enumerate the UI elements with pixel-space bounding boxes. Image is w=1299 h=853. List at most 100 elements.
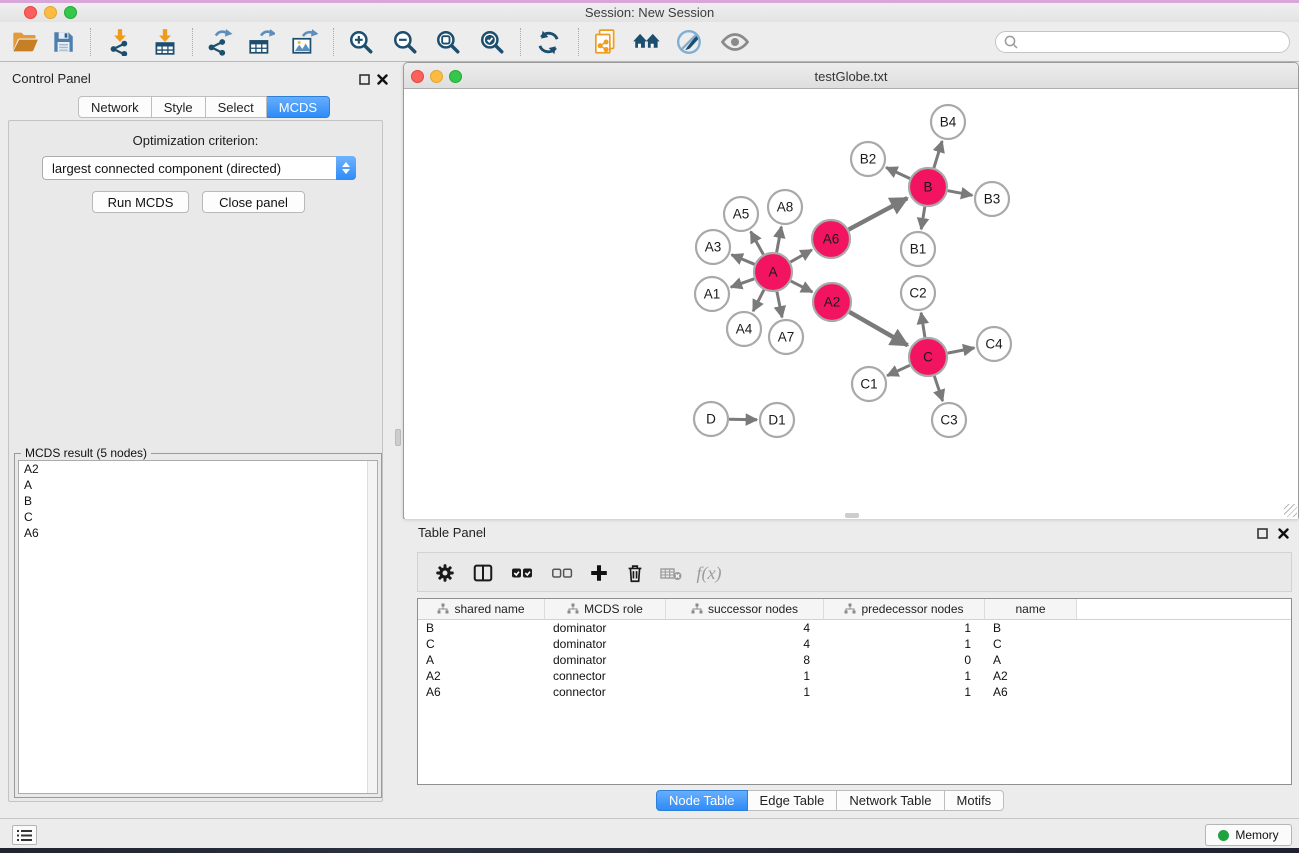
tab-node-table[interactable]: Node Table (656, 790, 748, 811)
graph-edge-C-C4[interactable] (948, 348, 975, 353)
panel-splitter-handle[interactable] (395, 429, 401, 446)
task-history-button[interactable] (12, 825, 37, 845)
select-all-columns-button[interactable] (507, 559, 537, 587)
graph-edge-B-B3[interactable] (948, 191, 973, 196)
graph-edge-A2-C[interactable] (849, 312, 907, 345)
result-list-item[interactable]: B (19, 493, 377, 509)
graph-edge-A6-B[interactable] (849, 198, 908, 229)
zoom-fit-button[interactable] (431, 27, 465, 57)
export-table-button[interactable] (244, 27, 278, 57)
column-header[interactable]: shared name (418, 599, 545, 619)
graph-edge-A-A3[interactable] (731, 255, 754, 265)
graph-edge-B-B1[interactable] (921, 207, 925, 230)
graph-edge-A-A5[interactable] (751, 232, 764, 255)
tab-mcds[interactable]: MCDS (267, 96, 330, 118)
graph-node-A7[interactable]: A7 (769, 320, 803, 354)
graph-edge-A-A8[interactable] (777, 227, 782, 253)
delete-table-button[interactable] (656, 559, 686, 587)
dropdown-stepper[interactable] (336, 156, 356, 180)
table-row[interactable]: A2connector11A2 (418, 668, 1291, 684)
graph-node-D[interactable]: D (694, 402, 728, 436)
graph-node-C[interactable]: C (909, 338, 947, 376)
tab-motifs[interactable]: Motifs (945, 790, 1005, 811)
graph-edge-B-B4[interactable] (934, 141, 942, 168)
tab-select[interactable]: Select (206, 96, 267, 118)
result-list-item[interactable]: C (19, 509, 377, 525)
result-list-item[interactable]: A6 (19, 525, 377, 541)
graph-node-A4[interactable]: A4 (727, 312, 761, 346)
graph-node-C3[interactable]: C3 (932, 403, 966, 437)
graph-node-C2[interactable]: C2 (901, 276, 935, 310)
unselect-all-columns-button[interactable] (547, 559, 577, 587)
result-list-item[interactable]: A2 (19, 461, 377, 477)
graph-node-A2[interactable]: A2 (813, 283, 851, 321)
graph-edge-C-C3[interactable] (934, 376, 942, 401)
create-column-button[interactable] (584, 559, 614, 587)
graph-node-A3[interactable]: A3 (696, 230, 730, 264)
graph-node-A6[interactable]: A6 (812, 220, 850, 258)
column-header[interactable]: successor nodes (666, 599, 824, 619)
control-panel-float-button[interactable] (358, 73, 371, 86)
zoom-out-button[interactable] (388, 27, 422, 57)
table-panel-close-button[interactable] (1277, 527, 1290, 540)
window-resize-grip[interactable] (1284, 504, 1297, 517)
graph-node-B4[interactable]: B4 (931, 105, 965, 139)
graph-node-C1[interactable]: C1 (852, 367, 886, 401)
graph-edge-A-A6[interactable] (790, 250, 811, 262)
graph-node-A5[interactable]: A5 (724, 197, 758, 231)
tab-network-table[interactable]: Network Table (837, 790, 944, 811)
graph-edge-C-C2[interactable] (921, 313, 925, 337)
first-neighbors-button[interactable] (630, 27, 664, 57)
network-window-titlebar[interactable]: testGlobe.txt (404, 63, 1298, 89)
graph-edge-A-A4[interactable] (753, 290, 764, 311)
graph-node-A[interactable]: A (754, 253, 792, 291)
open-file-button[interactable] (8, 27, 42, 57)
column-header[interactable]: MCDS role (545, 599, 666, 619)
graph-edge-B-B2[interactable] (886, 167, 910, 178)
graph-node-B[interactable]: B (909, 168, 947, 206)
save-session-button[interactable] (46, 27, 80, 57)
result-list-item[interactable]: A (19, 477, 377, 493)
network-hscroll-thumb[interactable] (845, 513, 859, 518)
tab-edge-table[interactable]: Edge Table (748, 790, 838, 811)
import-table-button[interactable] (148, 27, 182, 57)
hide-graphics-details-button[interactable] (673, 27, 707, 57)
memory-button[interactable]: Memory (1205, 824, 1292, 846)
table-row[interactable]: A6connector11A6 (418, 684, 1291, 700)
network-graph[interactable]: A A1 A2 A3 A4 A5 A6 A7 A8 B B1 B2 B3 B4 C C1 C2 C3 C4 D D1 (405, 90, 1298, 519)
table-options-button[interactable] (430, 559, 460, 587)
delete-column-button[interactable] (620, 559, 650, 587)
graph-edge-A-A2[interactable] (791, 281, 813, 292)
graph-node-C4[interactable]: C4 (977, 327, 1011, 361)
graph-edge-A-A1[interactable] (731, 279, 754, 287)
graph-edge-A-A7[interactable] (777, 292, 782, 318)
table-panel-float-button[interactable] (1256, 527, 1269, 540)
close-panel-button[interactable]: Close panel (202, 191, 305, 213)
optimization-criterion-dropdown[interactable]: largest connected component (directed) (42, 156, 356, 180)
zoom-selected-button[interactable] (475, 27, 509, 57)
export-image-button[interactable] (287, 27, 321, 57)
zoom-in-button[interactable] (344, 27, 378, 57)
graph-node-B2[interactable]: B2 (851, 142, 885, 176)
graph-node-A8[interactable]: A8 (768, 190, 802, 224)
function-builder-button[interactable]: f(x) (694, 559, 724, 587)
show-graphics-details-button[interactable] (718, 27, 752, 57)
import-network-button[interactable] (103, 27, 137, 57)
export-network-button[interactable] (202, 27, 236, 57)
network-canvas[interactable]: A A1 A2 A3 A4 A5 A6 A7 A8 B B1 B2 B3 B4 C C1 C2 C3 C4 D D1 (405, 90, 1298, 519)
table-row[interactable]: Cdominator41C (418, 636, 1291, 652)
refresh-layout-button[interactable] (531, 27, 565, 57)
graph-node-B1[interactable]: B1 (901, 232, 935, 266)
graph-node-D1[interactable]: D1 (760, 403, 794, 437)
search-input[interactable] (995, 31, 1290, 53)
new-network-from-selection-button[interactable] (588, 27, 622, 57)
column-header[interactable]: name (985, 599, 1077, 619)
graph-edge-C-C1[interactable] (887, 365, 910, 375)
table-row[interactable]: Bdominator41B (418, 620, 1291, 636)
graph-node-A1[interactable]: A1 (695, 277, 729, 311)
tab-network[interactable]: Network (78, 96, 152, 118)
tab-style[interactable]: Style (152, 96, 206, 118)
graph-node-B3[interactable]: B3 (975, 182, 1009, 216)
result-list-scrollbar[interactable] (367, 461, 377, 793)
column-header[interactable]: predecessor nodes (824, 599, 985, 619)
